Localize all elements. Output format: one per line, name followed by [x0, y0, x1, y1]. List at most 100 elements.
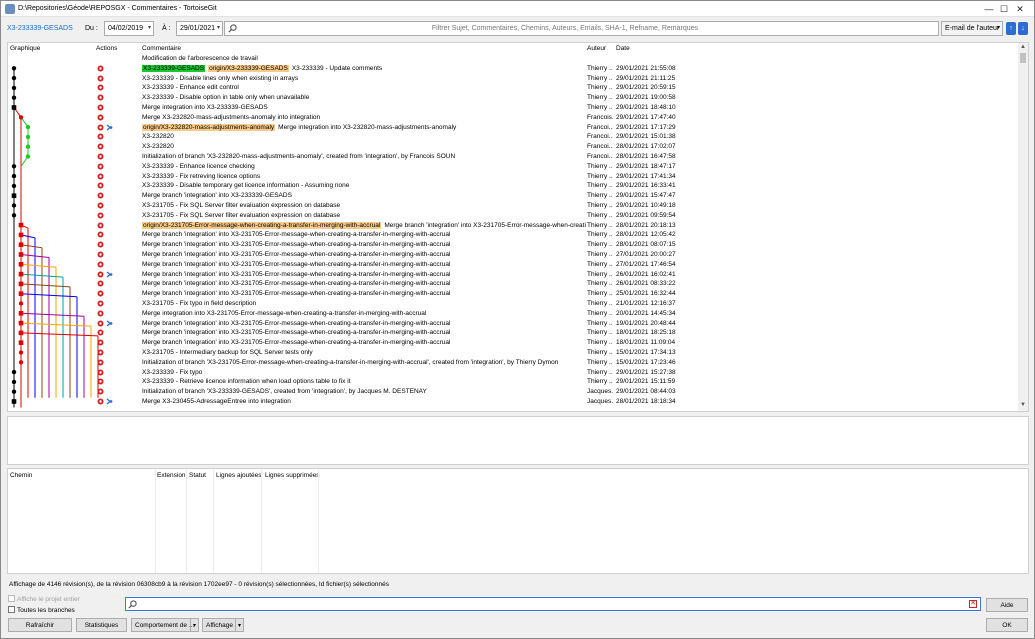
table-row[interactable]: Initialization of branch 'X3-232820-mass…: [8, 152, 1020, 162]
row-actions: [97, 358, 119, 368]
log-scrollbar[interactable]: ▲ ▼: [1018, 43, 1028, 411]
chevron-down-icon[interactable]: ▾: [235, 619, 243, 631]
revision-log-list[interactable]: Graphique Actions Commentaire Auteur Dat…: [7, 42, 1029, 412]
table-row[interactable]: X3-233339 - Disable temporary get licenc…: [8, 181, 1020, 191]
statistics-button[interactable]: Statistiques: [76, 618, 127, 632]
table-row[interactable]: origin/X3-231705-Error-message-when-crea…: [8, 221, 1020, 231]
table-row[interactable]: Merge integration into X3-233339-GESADS T…: [8, 103, 1020, 113]
row-actions: [97, 74, 119, 84]
date-cell: 29/01/2021 21:11:25: [616, 74, 676, 82]
commit-action-icon: [97, 65, 104, 72]
date-cell: 29/01/2021 20:59:15: [616, 84, 676, 92]
status-text: Affichage de 4146 révision(s), de la rév…: [9, 581, 389, 588]
commit-message-panel[interactable]: [7, 416, 1029, 465]
table-row[interactable]: Initialization of branch 'X3-231705-Erro…: [8, 358, 1020, 368]
row-actions: [97, 328, 119, 338]
table-row[interactable]: Modification de l'arborescence de travai…: [8, 54, 1020, 64]
date-cell: 29/01/2021 17:41:34: [616, 172, 676, 180]
header-date[interactable]: Date: [616, 45, 630, 52]
commit-action-icon: [97, 271, 104, 278]
table-row[interactable]: origin/X3-232820-mass-adjustments-anomal…: [8, 123, 1020, 133]
date-cell: 15/01/2021 17:34:13: [616, 349, 676, 356]
commit-message: Merge integration into X3-233339-GESADS: [142, 104, 268, 111]
header-path[interactable]: Chemin: [10, 472, 32, 479]
commit-message-cell: Merge branch 'integration' into X3-23170…: [142, 329, 586, 336]
table-row[interactable]: X3-233339 - Enhance licence checking Thie…: [8, 162, 1020, 172]
changed-files-list[interactable]: Chemin Extension Statut Lignes ajoutées …: [7, 468, 1029, 574]
scrollbar-thumb[interactable]: [1020, 53, 1026, 63]
merge-action-icon: [106, 398, 113, 405]
header-lines-added[interactable]: Lignes ajoutées: [216, 472, 262, 479]
header-graph[interactable]: Graphique: [10, 45, 40, 52]
header-lines-removed[interactable]: Lignes supprimées: [265, 472, 320, 479]
header-comment[interactable]: Commentaire: [142, 45, 181, 52]
table-row[interactable]: X3-233339 - Disable lines only when exis…: [8, 74, 1020, 84]
table-row[interactable]: Merge branch 'integration' into X3-23170…: [8, 250, 1020, 260]
scroll-down-icon[interactable]: ▼: [1020, 402, 1026, 408]
table-row[interactable]: Merge branch 'integration' into X3-23170…: [8, 260, 1020, 270]
table-row[interactable]: Merge X3-232820-mass-adjustments-anomaly…: [8, 113, 1020, 123]
table-row[interactable]: X3-231705 - Intermediary backup for SQL …: [8, 348, 1020, 358]
table-row[interactable]: Merge branch 'integration' into X3-23170…: [8, 338, 1020, 348]
filter-input[interactable]: Filtrer Sujet, Commentaires, Chemins, Au…: [224, 21, 939, 36]
table-row[interactable]: X3-231705 - Fix SQL Server filter evalua…: [8, 211, 1020, 221]
search-input[interactable]: ✕: [125, 597, 981, 611]
to-date-picker[interactable]: 29/01/2021 ▾: [176, 21, 223, 36]
clear-search-icon[interactable]: ✕: [969, 600, 977, 608]
move-up-button[interactable]: ↑: [1006, 22, 1016, 35]
table-row[interactable]: X3-233339 - Retrieve licence information…: [8, 377, 1020, 387]
table-row[interactable]: Merge branch 'integration' into X3-23170…: [8, 319, 1020, 329]
table-row[interactable]: Merge branch 'integration' into X3-23170…: [8, 328, 1020, 338]
table-row[interactable]: X3-233339 - Fix typo Thierry ... 29/01/202…: [8, 368, 1020, 378]
table-row[interactable]: Merge branch 'integration' into X3-23170…: [8, 279, 1020, 289]
current-branch-link[interactable]: X3-233339-GESADS: [7, 25, 73, 32]
scroll-up-icon[interactable]: ▲: [1020, 44, 1026, 50]
date-cell: 28/01/2021 17:02:07: [616, 143, 676, 151]
table-row[interactable]: X3-232820 Francoi... 28/01/2021 17:02:07: [8, 142, 1020, 152]
table-row[interactable]: X3-231705 - Fix typo in field descriptio…: [8, 299, 1020, 309]
help-button[interactable]: Aide: [986, 598, 1028, 612]
table-row[interactable]: Merge branch 'integration' into X3-23170…: [8, 289, 1020, 299]
table-row[interactable]: X3-233339 - Disable option in table only…: [8, 93, 1020, 103]
table-row[interactable]: Merge branch 'integration' into X3-23333…: [8, 191, 1020, 201]
table-row[interactable]: X3-233339 - Enhance edit control Thierry …: [8, 83, 1020, 93]
table-row[interactable]: Merge branch 'integration' into X3-23170…: [8, 230, 1020, 240]
header-status[interactable]: Statut: [189, 472, 206, 479]
display-label: Affichage: [206, 621, 233, 629]
table-row[interactable]: X3-231705 - Fix SQL Server filter evalua…: [8, 201, 1020, 211]
row-actions: [97, 103, 119, 113]
table-row[interactable]: X3-232820 Francoi... 29/01/2021 15:01:38: [8, 132, 1020, 142]
table-row[interactable]: X3-233339 - Fix retreving licence option…: [8, 172, 1020, 182]
commit-action-icon: [97, 143, 104, 150]
behavior-button[interactable]: Comportement de ... ▾: [131, 618, 199, 632]
header-extension[interactable]: Extension: [157, 472, 186, 479]
date-cell: 29/01/2021 15:47:47: [616, 192, 676, 200]
table-row[interactable]: X3-233339-GESADS origin/X3-233339-GESADS X…: [8, 64, 1020, 74]
toolbar: X3-233339-GESADS Du : 04/02/2019 ▾ À : 2…: [1, 18, 1034, 40]
date-cell: 18/01/2021 11:09:04: [616, 339, 676, 347]
filter-field-select[interactable]: E-mail de l'auteur ▾: [941, 21, 1003, 36]
ok-button[interactable]: OK: [986, 618, 1028, 632]
from-date-picker[interactable]: 04/02/2019 ▾: [104, 21, 154, 36]
table-row[interactable]: Merge branch 'integration' into X3-23170…: [8, 270, 1020, 280]
date-cell: 26/01/2021 08:33:22: [616, 280, 676, 288]
close-button[interactable]: ✕: [1005, 1, 1035, 17]
header-actions[interactable]: Actions: [96, 45, 117, 52]
chevron-down-icon[interactable]: ▾: [190, 619, 198, 631]
author-cell: Jacques...: [587, 388, 613, 396]
all-branches-checkbox[interactable]: Toutes les branches: [8, 606, 75, 614]
header-author[interactable]: Auteur: [587, 45, 606, 52]
table-row[interactable]: Initialization of branch 'X3-233339-GESA…: [8, 387, 1020, 397]
display-button[interactable]: Affichage ▾: [202, 618, 244, 632]
commit-action-icon: [97, 94, 104, 101]
main-window: D:\Repositories\Géode\REPOSGX - Commenta…: [0, 0, 1035, 639]
commit-message-cell: X3-232820: [142, 143, 586, 150]
move-down-button[interactable]: ↓: [1018, 22, 1028, 35]
table-row[interactable]: Merge branch 'integration' into X3-23170…: [8, 240, 1020, 250]
show-whole-project-checkbox[interactable]: Affiche le projet entier: [8, 595, 80, 603]
author-cell: Francoi...: [587, 123, 613, 131]
table-row[interactable]: Merge integration into X3-231705-Error-m…: [8, 309, 1020, 319]
author-cell: Thierry ...: [587, 84, 613, 92]
refresh-button[interactable]: Rafraîchir: [8, 618, 72, 632]
table-row[interactable]: Merge X3-230455-AdressageEntree into int…: [8, 397, 1020, 407]
